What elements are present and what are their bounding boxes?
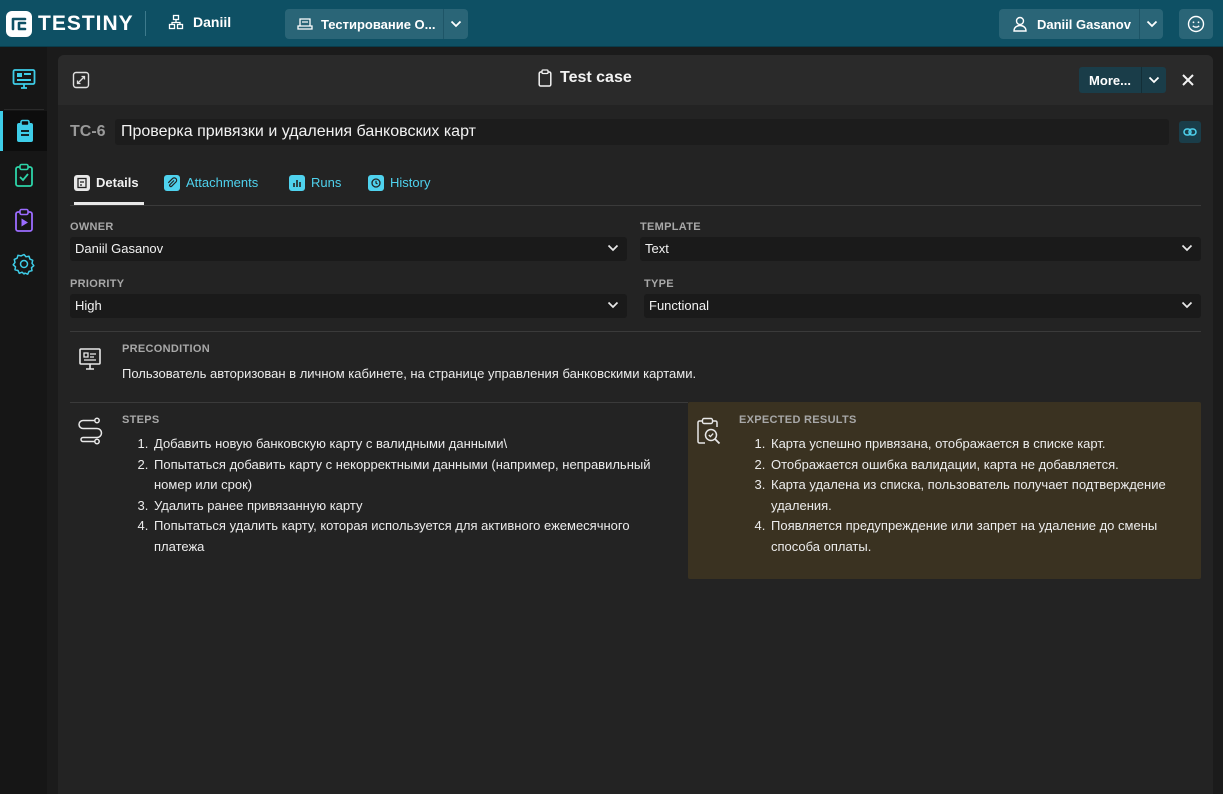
nav-dashboard[interactable]	[0, 59, 47, 99]
expected-item: Карта успешно привязана, отображается в …	[769, 434, 1189, 455]
chevron-down-icon	[607, 244, 619, 252]
left-nav-rail	[0, 47, 47, 794]
step-item: Удалить ранее привязанную карту	[152, 496, 682, 517]
template-label: TEMPLATE	[640, 221, 701, 233]
test-case-panel: Test case More... TC-6 Проверка привязки…	[58, 55, 1213, 794]
nav-settings[interactable]	[0, 244, 47, 284]
steps-flow-icon	[78, 417, 103, 445]
test-case-key: TC-6	[70, 123, 106, 140]
top-bar: TESTINY Daniil Тестирование О... Daniil …	[0, 0, 1223, 47]
chevron-down-icon[interactable]	[443, 9, 468, 39]
link-icon	[1183, 128, 1197, 136]
steps-label: STEPS	[122, 414, 160, 426]
priority-select[interactable]: High	[70, 294, 627, 318]
template-select[interactable]: Text	[640, 237, 1201, 261]
chevron-down-icon	[1181, 301, 1193, 309]
smiley-icon	[1187, 15, 1205, 33]
expand-icon[interactable]	[72, 71, 90, 89]
clipboard-icon	[17, 119, 33, 142]
feedback-button[interactable]	[1179, 9, 1213, 39]
expected-results-list: Карта успешно привязана, отображается в …	[739, 434, 1189, 557]
step-item: Попытаться добавить карту с некорректным…	[152, 455, 682, 496]
copy-link-button[interactable]	[1179, 121, 1201, 143]
user-icon	[1013, 16, 1027, 32]
precondition-label: PRECONDITION	[122, 343, 210, 355]
steps-list: Добавить новую банковскую карту с валидн…	[122, 434, 682, 557]
bar-chart-icon	[289, 175, 305, 191]
project-name: Тестирование О...	[321, 16, 436, 32]
divider	[145, 11, 146, 36]
org-tree-icon	[168, 14, 184, 30]
test-case-title-input[interactable]: Проверка привязки и удаления банковских …	[115, 119, 1169, 145]
close-icon[interactable]	[1178, 70, 1198, 90]
org-name: Daniil	[193, 14, 232, 30]
clipboard-search-icon	[697, 417, 721, 445]
divider	[70, 402, 688, 403]
chevron-down-icon	[607, 301, 619, 309]
project-icon	[297, 18, 313, 30]
owner-select[interactable]: Daniil Gasanov	[70, 237, 627, 261]
user-menu[interactable]: Daniil Gasanov	[999, 9, 1163, 39]
type-label: TYPE	[644, 278, 674, 290]
priority-label: PRIORITY	[70, 278, 125, 290]
gear-icon	[11, 253, 35, 275]
brand-name: TESTINY	[38, 12, 134, 35]
logo[interactable]: TESTINY	[6, 11, 134, 37]
clipboard-icon	[538, 69, 552, 87]
expected-item: Карта удалена из списка, пользователь по…	[769, 475, 1189, 516]
details-icon	[74, 175, 90, 191]
panel-header: Test case More...	[58, 55, 1213, 105]
testiny-logo-icon	[6, 11, 32, 37]
clipboard-play-icon	[14, 208, 33, 232]
tab-details[interactable]: Details	[74, 175, 144, 205]
user-name: Daniil Gasanov	[1037, 16, 1131, 32]
type-select[interactable]: Functional	[644, 294, 1201, 318]
chevron-down-icon[interactable]	[1141, 67, 1166, 93]
organization-selector[interactable]: Daniil	[168, 14, 231, 30]
more-button[interactable]: More...	[1079, 67, 1166, 93]
tab-history[interactable]: History	[368, 175, 430, 205]
divider	[70, 331, 1201, 332]
nav-test-runs[interactable]	[0, 200, 47, 240]
expected-results-label: EXPECTED RESULTS	[739, 414, 857, 426]
panel-title: Test case	[538, 69, 632, 87]
expected-item: Появляется предупреждение или запрет на …	[769, 516, 1189, 557]
step-item: Добавить новую банковскую карту с валидн…	[152, 434, 682, 455]
chevron-down-icon	[1181, 244, 1193, 252]
history-icon	[368, 175, 384, 191]
clipboard-check-icon	[14, 163, 33, 187]
chevron-down-icon[interactable]	[1139, 9, 1163, 39]
project-selector[interactable]: Тестирование О...	[285, 9, 468, 39]
nav-test-plans[interactable]	[0, 155, 47, 195]
divider	[4, 109, 44, 110]
tab-bar: Details Attachments Runs History	[70, 159, 1201, 206]
tab-runs[interactable]: Runs	[289, 175, 341, 205]
expected-item: Отображается ошибка валидации, карта не …	[769, 455, 1189, 476]
test-case-title-row: TC-6 Проверка привязки и удаления банков…	[70, 119, 1201, 145]
nav-test-cases[interactable]	[0, 111, 47, 151]
tab-attachments[interactable]: Attachments	[164, 175, 258, 205]
paperclip-icon	[164, 175, 180, 191]
step-item: Попытаться удалить карту, которая исполь…	[152, 516, 682, 557]
precondition-text: Пользователь авторизован в личном кабине…	[122, 366, 697, 381]
owner-label: OWNER	[70, 221, 114, 233]
monitor-icon	[12, 69, 35, 89]
precondition-icon	[79, 348, 101, 370]
